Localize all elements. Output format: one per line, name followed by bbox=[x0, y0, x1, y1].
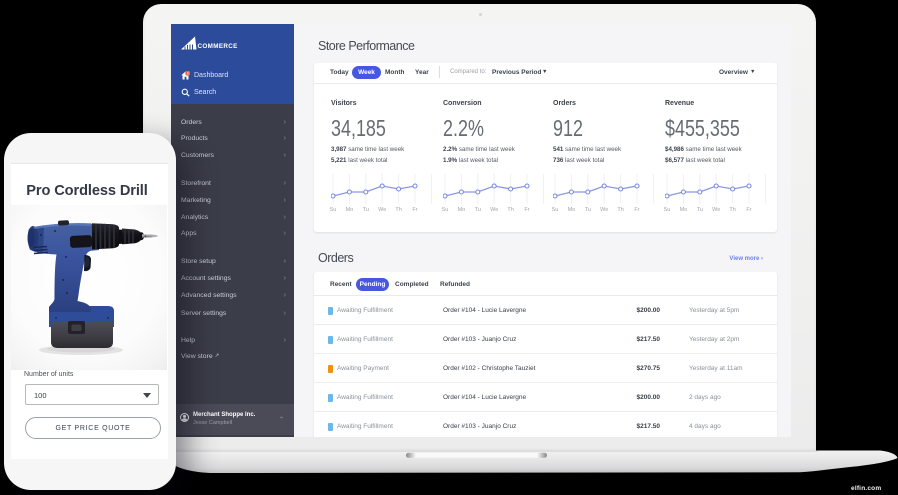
svg-text:COMMERCE: COMMERCE bbox=[198, 43, 238, 50]
